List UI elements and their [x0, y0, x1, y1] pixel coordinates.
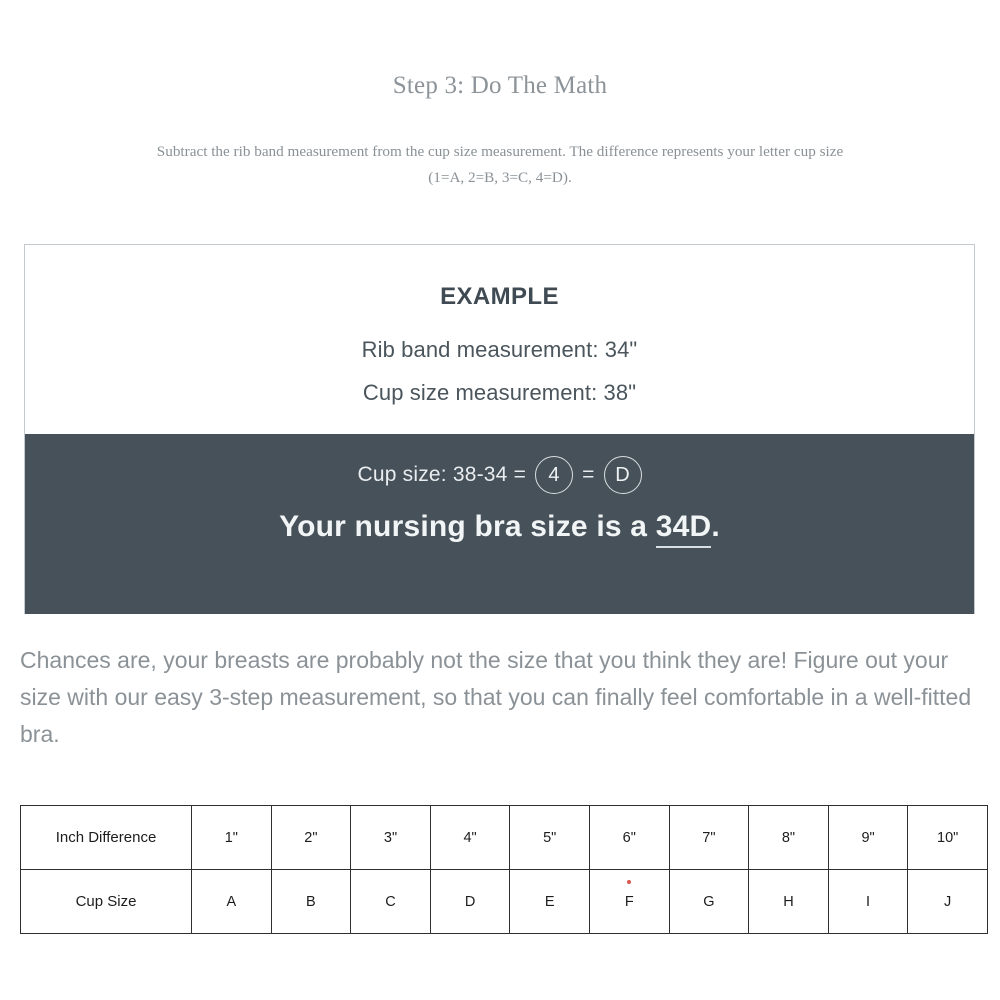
table-cell: 6": [588, 805, 670, 870]
result-bra-size: 34D: [655, 510, 712, 548]
table-cell: 7": [668, 805, 750, 870]
table-cell: 10": [907, 805, 988, 870]
table-cell-with-marker: F: [588, 869, 670, 934]
table-cell: 8": [748, 805, 829, 870]
table-cell: I: [827, 869, 909, 934]
cup-size-calculation: Cup size: 38-34 = 4 = D: [25, 456, 974, 494]
table-cell: 9": [827, 805, 909, 870]
example-card-dark-section: Cup size: 38-34 = 4 = D Your nursing bra…: [25, 434, 974, 614]
table-cell: G: [668, 869, 750, 934]
table-cell: C: [350, 869, 431, 934]
result-line: Your nursing bra size is a 34D.: [25, 510, 974, 548]
table-cell: 1": [191, 805, 272, 870]
result-prefix: Your nursing bra size is a: [279, 510, 656, 543]
intro-text: Subtract the rib band measurement from t…: [26, 139, 974, 191]
table-cell: 5": [509, 805, 590, 870]
circled-number-token: 4: [535, 456, 574, 494]
example-heading: EXAMPLE: [440, 283, 559, 310]
cup-size-measurement-line: Cup size measurement: 38": [362, 380, 637, 405]
table-cell: E: [509, 869, 590, 934]
body-paragraph: Chances are, your breasts are probably n…: [20, 647, 972, 747]
table-cell: 4": [429, 805, 511, 870]
row-label-inch-difference: Inch Difference: [20, 805, 192, 870]
red-dot-marker-icon: [627, 879, 632, 884]
calculation-prefix: Cup size: 38-34 =: [357, 463, 527, 486]
intro-line-2: (1=A, 2=B, 3=C, 4=D).: [428, 169, 572, 186]
table-cell: D: [429, 869, 511, 934]
table-cell: 3": [350, 805, 431, 870]
rib-band-measurement-line: Rib band measurement: 34": [361, 337, 638, 362]
table-cell: H: [748, 869, 829, 934]
cell-text: F: [624, 893, 634, 910]
table-row: Inch Difference 1" 2" 3" 4" 5" 6" 7" 8" …: [20, 805, 988, 870]
row-label-cup-size: Cup Size: [20, 869, 192, 934]
cup-size-reference-table: Inch Difference 1" 2" 3" 4" 5" 6" 7" 8" …: [20, 805, 988, 934]
table-row: Cup Size A B C D E F G H I J: [20, 869, 988, 934]
table-cell: J: [907, 869, 988, 934]
table-cell: B: [270, 869, 352, 934]
cell-content: F: [624, 879, 634, 910]
table-cell: A: [191, 869, 272, 934]
page-title: Step 3: Do The Math: [392, 72, 608, 99]
example-card: EXAMPLE Rib band measurement: 34" Cup si…: [24, 244, 975, 614]
calculation-equals: =: [582, 463, 595, 486]
result-suffix: .: [711, 510, 720, 543]
circled-letter-token: D: [603, 456, 642, 494]
table-cell: 2": [270, 805, 352, 870]
intro-line-1: Subtract the rib band measurement from t…: [156, 143, 844, 160]
example-card-light-section: EXAMPLE Rib band measurement: 34" Cup si…: [25, 245, 974, 434]
